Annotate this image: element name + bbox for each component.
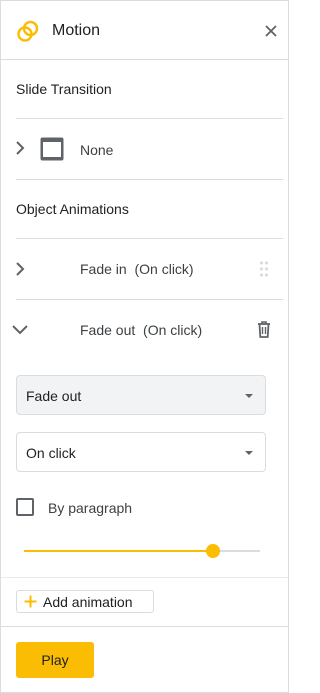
trash-icon[interactable] (254, 319, 274, 339)
chevron-right-icon[interactable] (10, 138, 30, 158)
animation-item-fade-out[interactable]: Fade out (On click) (1, 300, 288, 360)
chevron-down-icon[interactable] (10, 319, 30, 339)
animation-item-fade-in[interactable]: Fade in (On click) (1, 239, 288, 299)
by-paragraph-checkbox[interactable] (16, 498, 34, 516)
play-button-label: Play (41, 652, 69, 668)
add-animation-button[interactable]: Add animation (16, 590, 154, 613)
motion-panel: Motion Slide Transition None Object Anim… (0, 0, 289, 693)
animation-item-label: Fade out (On click) (80, 322, 203, 338)
slide-transition-heading: Slide Transition (16, 81, 112, 97)
motion-logo-icon (17, 20, 39, 42)
close-icon[interactable] (261, 21, 281, 41)
animation-item-label: Fade in (On click) (80, 261, 194, 277)
dropdown-arrow-icon (245, 394, 253, 398)
trigger-select[interactable]: On click (16, 432, 266, 472)
effect-select-value: Fade out (26, 388, 82, 404)
object-animations-heading: Object Animations (16, 201, 129, 217)
speed-slider-fill (24, 550, 213, 552)
effect-select[interactable]: Fade out (16, 375, 266, 415)
by-paragraph-label[interactable]: By paragraph (48, 499, 132, 517)
slide-thumbnail-icon (40, 137, 64, 161)
divider (1, 626, 288, 627)
divider (1, 577, 288, 578)
speed-slider-thumb[interactable] (205, 544, 220, 558)
divider (16, 179, 283, 180)
add-animation-label: Add animation (43, 594, 133, 610)
speed-slider[interactable] (24, 544, 260, 558)
drag-handle-icon[interactable] (259, 260, 269, 278)
chevron-right-icon[interactable] (10, 259, 30, 279)
panel-header: Motion (1, 1, 288, 60)
dropdown-arrow-icon (245, 451, 253, 455)
play-button[interactable]: Play (16, 642, 94, 678)
panel-title: Motion (52, 22, 101, 39)
trigger-select-value: On click (26, 445, 76, 461)
transition-value: None (80, 142, 114, 158)
plus-icon (24, 595, 37, 608)
